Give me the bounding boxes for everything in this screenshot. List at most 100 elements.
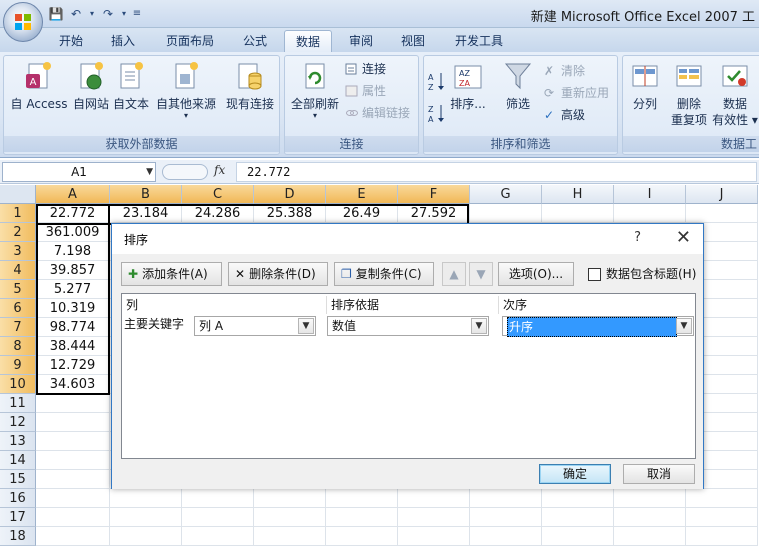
cell-a8[interactable]: 38.444 (36, 337, 110, 356)
row-header-1[interactable]: 1 (0, 204, 36, 223)
cell-e18[interactable] (326, 527, 398, 546)
cell-f1[interactable]: 27.592 (398, 204, 470, 223)
cell-a5[interactable]: 5.277 (36, 280, 110, 299)
select-all-corner[interactable] (0, 185, 36, 204)
cell-c17[interactable] (182, 508, 254, 527)
cell-a7[interactable]: 98.774 (36, 318, 110, 337)
properties-button[interactable]: 属性 (345, 82, 386, 100)
cell-a2[interactable]: 361.009 (36, 223, 110, 242)
has-headers-checkbox[interactable] (588, 268, 601, 281)
cell-g17[interactable] (470, 508, 542, 527)
from-text-button[interactable]: 自文本 (110, 60, 152, 112)
cell-h17[interactable] (542, 508, 614, 527)
row-header-17[interactable]: 17 (0, 508, 36, 527)
row-header-3[interactable]: 3 (0, 242, 36, 261)
move-up-button[interactable]: ▲ (442, 262, 466, 286)
row-header-11[interactable]: 11 (0, 394, 36, 413)
office-button[interactable] (3, 2, 43, 42)
filter-button[interactable]: 筛选 (500, 60, 536, 112)
tab-view[interactable]: 视图 (390, 30, 436, 52)
sort-on-select[interactable]: 数值 ▼ (327, 316, 489, 336)
clear-button[interactable]: ✗ 清除 (544, 62, 585, 80)
cell-i16[interactable] (614, 489, 686, 508)
cell-d18[interactable] (254, 527, 326, 546)
cell-a3[interactable]: 7.198 (36, 242, 110, 261)
sort-descending-button[interactable]: ZA (428, 104, 446, 123)
cell-g16[interactable] (470, 489, 542, 508)
delete-level-button[interactable]: ✕ 删除条件(D) (228, 262, 328, 286)
copy-level-button[interactable]: ❐ 复制条件(C) (334, 262, 434, 286)
move-down-button[interactable]: ▼ (469, 262, 493, 286)
sort-button[interactable]: AZ ZA 排序... (448, 60, 488, 112)
add-level-button[interactable]: ✚ 添加条件(A) (121, 262, 222, 286)
data-validation-button[interactable]: 数据 有效性 ▾ (711, 60, 759, 128)
cell-a17[interactable] (36, 508, 110, 527)
cell-c18[interactable] (182, 527, 254, 546)
row-header-6[interactable]: 6 (0, 299, 36, 318)
cell-b17[interactable] (110, 508, 182, 527)
close-icon[interactable]: ✕ (676, 227, 691, 248)
row-header-12[interactable]: 12 (0, 413, 36, 432)
cell-j18[interactable] (686, 527, 758, 546)
cell-f16[interactable] (398, 489, 470, 508)
cell-j1[interactable] (686, 204, 758, 223)
tab-home[interactable]: 开始 (48, 30, 94, 52)
advanced-button[interactable]: ✓ 高级 (544, 106, 585, 124)
column-header-h[interactable]: H (542, 185, 614, 204)
sort-column-select[interactable]: 列 A ▼ (194, 316, 316, 336)
customize-qat-icon[interactable]: ≡ (132, 6, 142, 22)
row-header-9[interactable]: 9 (0, 356, 36, 375)
cell-a18[interactable] (36, 527, 110, 546)
column-header-j[interactable]: J (686, 185, 758, 204)
connections-button[interactable]: 连接 (345, 60, 386, 78)
cell-a9[interactable]: 12.729 (36, 356, 110, 375)
column-header-f[interactable]: F (398, 185, 470, 204)
cell-e17[interactable] (326, 508, 398, 527)
cell-h1[interactable] (542, 204, 614, 223)
column-header-e[interactable]: E (326, 185, 398, 204)
cell-h16[interactable] (542, 489, 614, 508)
cell-d1[interactable]: 25.388 (254, 204, 326, 223)
tab-page-layout[interactable]: 页面布局 (155, 30, 225, 52)
cell-a4[interactable]: 39.857 (36, 261, 110, 280)
from-other-sources-button[interactable]: 自其他来源 ▾ (150, 60, 222, 120)
cell-a12[interactable] (36, 413, 110, 432)
tab-formulas[interactable]: 公式 (232, 30, 278, 52)
row-header-15[interactable]: 15 (0, 470, 36, 489)
sort-ascending-button[interactable]: AZ (428, 72, 446, 91)
cell-d17[interactable] (254, 508, 326, 527)
name-box[interactable]: A1 ▼ (2, 162, 156, 182)
row-header-10[interactable]: 10 (0, 375, 36, 394)
row-header-18[interactable]: 18 (0, 527, 36, 546)
cell-c1[interactable]: 24.286 (182, 204, 254, 223)
row-header-2[interactable]: 2 (0, 223, 36, 242)
column-header-d[interactable]: D (254, 185, 326, 204)
row-header-16[interactable]: 16 (0, 489, 36, 508)
cell-j16[interactable] (686, 489, 758, 508)
tab-review[interactable]: 审阅 (338, 30, 384, 52)
edit-links-button[interactable]: 编辑链接 (345, 104, 410, 122)
tab-data[interactable]: 数据 (284, 30, 332, 52)
tab-insert[interactable]: 插入 (100, 30, 146, 52)
undo-icon[interactable]: ↶ (68, 6, 84, 22)
cell-i1[interactable] (614, 204, 686, 223)
reapply-button[interactable]: ⟳ 重新应用 (544, 84, 609, 102)
cell-e1[interactable]: 26.49 (326, 204, 398, 223)
from-access-button[interactable]: A 自 Access (6, 60, 72, 112)
from-web-button[interactable]: 自网站 (70, 60, 112, 112)
row-header-8[interactable]: 8 (0, 337, 36, 356)
row-header-7[interactable]: 7 (0, 318, 36, 337)
insert-function-icon[interactable]: fx (214, 163, 225, 177)
column-header-b[interactable]: B (110, 185, 182, 204)
column-header-a[interactable]: A (36, 185, 110, 204)
cell-b16[interactable] (110, 489, 182, 508)
row-header-4[interactable]: 4 (0, 261, 36, 280)
cell-a1[interactable]: 22.772 (36, 204, 110, 223)
help-icon[interactable]: ? (634, 230, 641, 245)
dropdown-arrow-icon[interactable]: ▼ (146, 163, 153, 181)
cell-j17[interactable] (686, 508, 758, 527)
formula-input[interactable]: 22.772 (236, 162, 757, 182)
cell-a16[interactable] (36, 489, 110, 508)
chevron-down-icon[interactable]: ▼ (298, 318, 314, 334)
tab-developer[interactable]: 开发工具 (444, 30, 514, 52)
